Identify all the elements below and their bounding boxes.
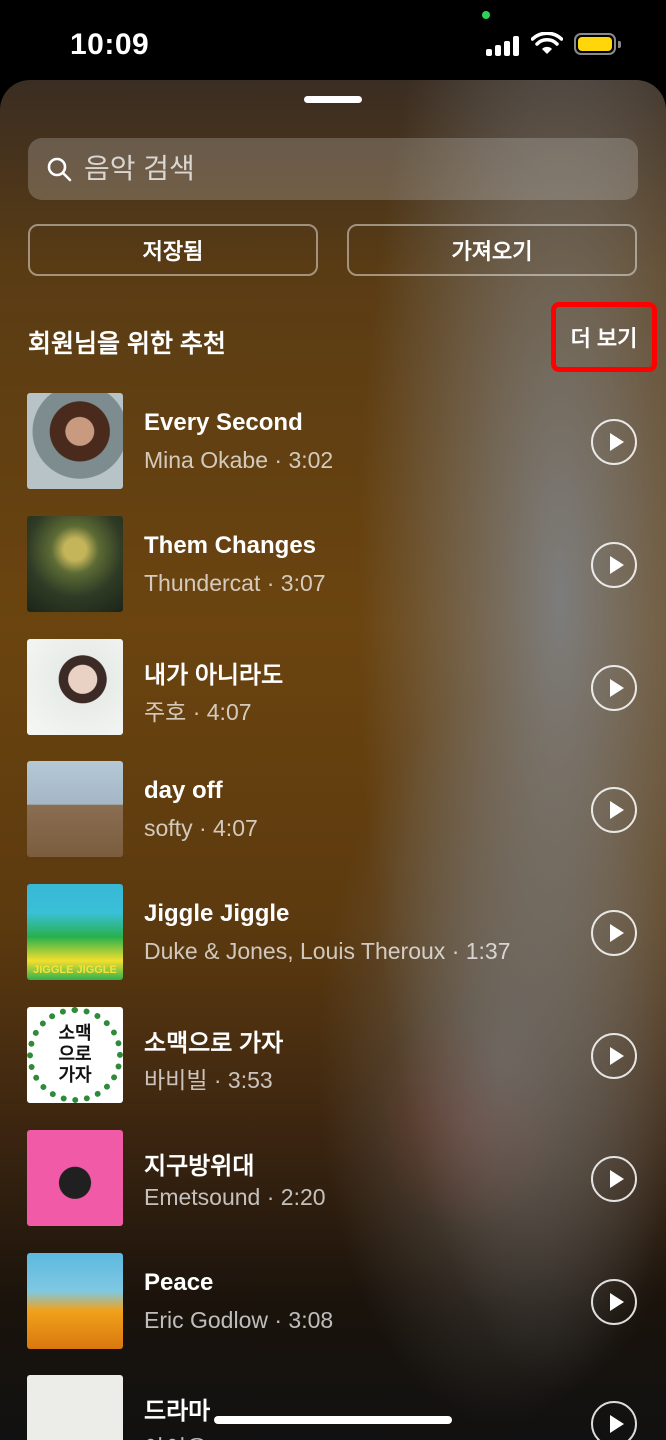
play-icon[interactable] — [591, 541, 637, 588]
play-icon[interactable] — [591, 787, 637, 834]
track-meta: Thundercat · 3:07 — [144, 569, 326, 596]
track-row[interactable]: 내가 아니라도 주호 · 4:07 — [0, 638, 666, 762]
track-row[interactable]: Them Changes Thundercat · 3:07 — [0, 515, 666, 639]
album-art — [27, 638, 123, 735]
play-icon[interactable] — [591, 664, 637, 711]
track-title: Jiggle Jiggle — [144, 900, 290, 928]
track-meta: Emetsound · 2:20 — [144, 1183, 326, 1210]
album-art — [27, 393, 123, 489]
track-meta: Eric Godlow · 3:08 — [144, 1306, 334, 1333]
music-search-bar[interactable] — [28, 138, 638, 200]
track-list: Every Second Mina Okabe · 3:02 Them Chan… — [0, 393, 666, 1440]
status-time: 10:09 — [70, 28, 150, 61]
album-art — [27, 515, 123, 612]
play-icon[interactable] — [591, 1032, 637, 1079]
album-art — [27, 1252, 123, 1349]
status-bar: 10:09 — [0, 0, 666, 82]
track-title: 드라마 — [144, 1398, 211, 1426]
album-art-text: JIGGLE JIGGLE — [33, 964, 117, 977]
track-meta: 바비빌 · 3:53 — [144, 1066, 273, 1093]
album-art: 소맥 으로 가자 — [27, 1006, 123, 1103]
track-row[interactable]: 소맥 으로 가자 소맥으로 가자 바비빌 · 3:53 — [0, 1006, 666, 1130]
track-row[interactable]: 드라마 아이유 · 3:08 — [0, 1375, 666, 1440]
play-icon[interactable] — [591, 419, 637, 465]
track-title: 지구방위대 — [144, 1152, 255, 1180]
album-art — [27, 761, 123, 858]
track-title: Every Second — [144, 409, 303, 436]
camera-indicator-icon — [482, 11, 490, 19]
track-row[interactable]: Every Second Mina Okabe · 3:02 — [0, 393, 666, 516]
album-art-text: 소맥 으로 가자 — [27, 1006, 123, 1103]
sheet-drag-handle[interactable] — [304, 96, 362, 103]
track-row[interactable]: JIGGLE JIGGLE Jiggle Jiggle Duke & Jones… — [0, 884, 666, 1007]
track-title: 내가 아니라도 — [144, 661, 284, 689]
track-meta: softy · 4:07 — [144, 815, 258, 842]
music-search-input[interactable] — [82, 152, 638, 186]
play-icon[interactable] — [591, 1278, 637, 1325]
track-title: Them Changes — [144, 531, 317, 559]
track-meta: Duke & Jones, Louis Theroux · 1:37 — [144, 938, 511, 965]
track-title: day off — [144, 777, 223, 805]
track-title: 소맥으로 가자 — [144, 1029, 284, 1057]
import-button[interactable]: 가져오기 — [347, 224, 637, 276]
home-indicator[interactable] — [214, 1416, 452, 1424]
track-row[interactable]: 지구방위대 Emetsound · 2:20 — [0, 1129, 666, 1253]
search-icon — [47, 157, 72, 182]
track-row[interactable]: day off softy · 4:07 — [0, 761, 666, 884]
play-icon[interactable] — [591, 910, 637, 957]
play-icon[interactable] — [591, 1155, 637, 1202]
saved-button[interactable]: 저장됨 — [28, 224, 318, 276]
track-meta: 주호 · 4:07 — [144, 698, 252, 725]
battery-icon — [574, 33, 621, 55]
album-art — [27, 1129, 123, 1226]
track-row[interactable]: Peace Eric Godlow · 3:08 — [0, 1252, 666, 1376]
album-art — [27, 1375, 123, 1440]
track-meta: Mina Okabe · 3:02 — [144, 447, 334, 473]
wifi-icon — [531, 32, 563, 54]
music-picker-sheet: 저장됨 가져오기 회원님을 위한 추천 더 보기 Every Second Mi… — [0, 80, 666, 1440]
track-meta: 아이유 · 3:08 — [144, 1429, 273, 1440]
track-title: Peace — [144, 1268, 214, 1296]
section-title-recommended: 회원님을 위한 추천 — [28, 330, 226, 358]
cellular-signal-icon — [486, 36, 520, 56]
see-more-button[interactable]: 더 보기 — [551, 302, 657, 372]
play-icon[interactable] — [591, 1401, 637, 1440]
album-art: JIGGLE JIGGLE — [27, 884, 123, 981]
